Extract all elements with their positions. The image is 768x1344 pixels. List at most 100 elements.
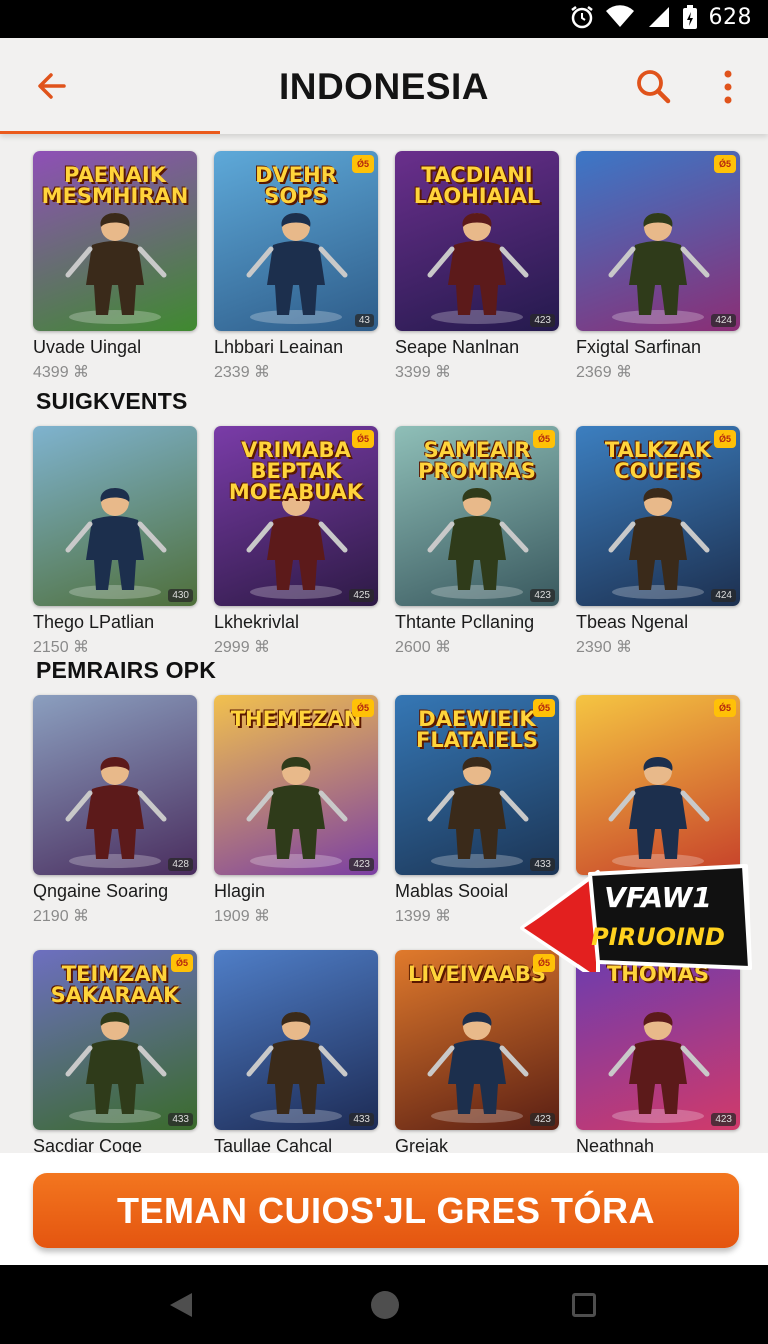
app-name: Sacdiar Coge <box>33 1136 143 1153</box>
rating-tag: 425 <box>349 589 374 602</box>
app-name: Tbeas Ngenal <box>576 612 689 632</box>
rating-tag: 423 <box>349 858 374 871</box>
app-name: Fxigtal Sarfinan <box>576 337 702 357</box>
app-card[interactable]: 428 Qngaine Soaring 2190 ⌘ <box>33 695 197 926</box>
hero-illustration <box>246 1012 348 1123</box>
download-count: 1909 ⌘ <box>214 908 271 925</box>
app-card[interactable]: THEMEZAN Ǿ5 423 Hlagin 1909 ⌘ <box>214 695 378 926</box>
bottom-action-bar: TEMAN CUIOS'JL GRES TÓRA <box>0 1153 768 1265</box>
rating-tag: 424 <box>711 314 736 327</box>
app-thumbnail[interactable]: Ǿ5 <box>576 695 740 875</box>
app-thumbnail[interactable]: DVEHR SOPS Ǿ5 43 <box>214 151 378 331</box>
app-thumbnail[interactable]: LIVEIVAABS Ǿ5 423 <box>395 950 559 1130</box>
app-name: Thtante Pcllaning <box>395 612 535 632</box>
app-thumbnail[interactable]: THOMAS 423 <box>576 950 740 1130</box>
rating-tag: 433 <box>349 1113 374 1126</box>
download-count: 2999 ⌘ <box>214 639 271 656</box>
download-count: 2369 ⌘ <box>576 364 633 381</box>
thumbnail-title-art: TACDIANI LAOHIAIAL <box>413 163 541 208</box>
app-card[interactable]: PAENAIK MESMHIRAN Uvade Uingal 4399 ⌘ <box>33 151 197 382</box>
app-name: Hlagin <box>214 881 266 901</box>
app-name: Thego LPatlian <box>33 612 155 632</box>
app-thumbnail[interactable]: TEIMZAN SAKARAAK Ǿ5 433 <box>33 950 197 1130</box>
system-nav-bar <box>0 1265 768 1344</box>
hero-illustration <box>65 488 167 599</box>
section-title: PEMRAIRS OPK <box>36 657 217 683</box>
promo-line2: PIRUOIND <box>591 923 725 951</box>
app-thumbnail[interactable]: SAMEAIR PROMRAS Ǿ5 423 <box>395 426 559 606</box>
hero-illustration <box>608 213 710 324</box>
app-card[interactable]: THOMAS 423 Neathnah <box>576 950 740 1153</box>
promo-line1: VFAW1 <box>604 881 712 914</box>
app-card[interactable]: VRIMABA BEPTAK MOEABUAK Ǿ5 425 Lkhekrivlal 2… <box>214 426 378 657</box>
corner-badge: Ǿ5 <box>352 430 374 448</box>
app-thumbnail[interactable]: 428 <box>33 695 197 875</box>
app-name: Neathnah <box>576 1136 655 1153</box>
rating-tag: 423 <box>530 589 555 602</box>
app-thumbnail[interactable]: PAENAIK MESMHIRAN <box>33 151 197 331</box>
app-thumbnail[interactable]: VRIMABA BEPTAK MOEABUAK Ǿ5 425 <box>214 426 378 606</box>
hero-illustration <box>246 213 348 324</box>
app-card[interactable]: SAMEAIR PROMRAS Ǿ5 423 Thtante Pcllaning 260… <box>395 426 559 657</box>
app-name: Uvade Uingal <box>33 337 142 357</box>
alarm-icon <box>570 6 593 29</box>
corner-badge: Ǿ5 <box>533 430 555 448</box>
download-count: 4399 ⌘ <box>33 364 90 381</box>
main-action-button[interactable]: TEMAN CUIOS'JL GRES TÓRA <box>33 1173 739 1248</box>
app-thumbnail[interactable]: Ǿ5 424 <box>576 151 740 331</box>
section-title: SUIGKVENTS <box>36 388 188 414</box>
download-count: 2600 ⌘ <box>395 639 452 656</box>
download-count: 2339 ⌘ <box>214 364 271 381</box>
corner-badge: Ǿ5 <box>714 699 736 717</box>
thumbnail-title-art: TALKZAK COUEIS <box>604 438 712 483</box>
nav-back-icon[interactable] <box>168 1291 194 1319</box>
rating-tag: 423 <box>711 1113 736 1126</box>
thumbnail-title-art: PAENAIK MESMHIRAN <box>41 163 189 208</box>
battery-icon <box>682 5 697 29</box>
corner-badge: Ǿ5 <box>714 155 736 173</box>
hero-illustration <box>427 488 529 599</box>
app-card[interactable]: TACDIANI LAOHIAIAL 423 Seape Nanlnan 3399 ⌘ <box>395 151 559 382</box>
app-thumbnail[interactable]: TALKZAK COUEIS Ǿ5 424 <box>576 426 740 606</box>
corner-badge: Ǿ5 <box>352 155 374 173</box>
app-card[interactable]: Ǿ5 424 Fxigtal Sarfinan 2369 ⌘ <box>576 151 740 382</box>
app-name: Grejak <box>395 1136 449 1153</box>
app-card[interactable]: DVEHR SOPS Ǿ5 43 Lhbbari Leainan 2339 ⌘ <box>214 151 378 382</box>
thumbnail-title-art: VRIMABA BEPTAK MOEABUAK <box>228 438 364 504</box>
cellular-signal-icon <box>648 7 669 27</box>
nav-recents-icon[interactable] <box>572 1293 596 1317</box>
rating-tag: 423 <box>530 1113 555 1126</box>
more-options-icon[interactable] <box>715 69 741 105</box>
nav-home-icon[interactable] <box>371 1291 399 1319</box>
download-count: 2150 ⌘ <box>33 639 90 656</box>
tab-indicator <box>0 131 220 134</box>
download-count: 2190 ⌘ <box>33 908 90 925</box>
hero-illustration <box>608 488 710 599</box>
thumbnail-title-art: TEIMZAN SAKARAAK <box>50 962 180 1007</box>
app-card[interactable]: TALKZAK COUEIS Ǿ5 424 Tbeas Ngenal 2390 ⌘ <box>576 426 740 657</box>
app-card[interactable]: 430 Thego LPatlian 2150 ⌘ <box>33 426 197 657</box>
hero-illustration <box>246 757 348 868</box>
app-card[interactable]: TEIMZAN SAKARAAK Ǿ5 433 Sacdiar Coge <box>33 950 197 1153</box>
app-thumbnail[interactable]: 433 <box>214 950 378 1130</box>
app-thumbnail[interactable]: DAEWIEIK FLATAIELS Ǿ5 433 <box>395 695 559 875</box>
corner-badge: Ǿ5 <box>171 954 193 972</box>
status-bar: 628 <box>0 0 768 38</box>
hero-illustration <box>608 1012 710 1123</box>
search-icon[interactable] <box>634 67 672 105</box>
download-count: 2390 ⌘ <box>576 639 633 656</box>
app-card[interactable]: LIVEIVAABS Ǿ5 423 Grejak <box>395 950 559 1153</box>
app-card[interactable]: Ǿ5 <box>576 695 740 875</box>
app-grid[interactable]: PAENAIK MESMHIRAN Uvade Uingal 4399 ⌘ DVEHR… <box>0 137 768 1153</box>
rating-tag: 424 <box>711 589 736 602</box>
app-thumbnail[interactable]: TACDIANI LAOHIAIAL 423 <box>395 151 559 331</box>
app-thumbnail[interactable]: 430 <box>33 426 197 606</box>
hero-illustration <box>65 1012 167 1123</box>
app-thumbnail[interactable]: THEMEZAN Ǿ5 423 <box>214 695 378 875</box>
app-card[interactable]: 433 Taullae Cahcal <box>214 950 378 1153</box>
rating-tag: 43 <box>354 314 374 327</box>
promo-arrow-badge[interactable]: VFAW1 PIRUOIND <box>518 862 754 972</box>
hero-illustration <box>427 213 529 324</box>
app-bar: INDONESIA <box>0 38 768 134</box>
hero-illustration <box>608 757 710 868</box>
